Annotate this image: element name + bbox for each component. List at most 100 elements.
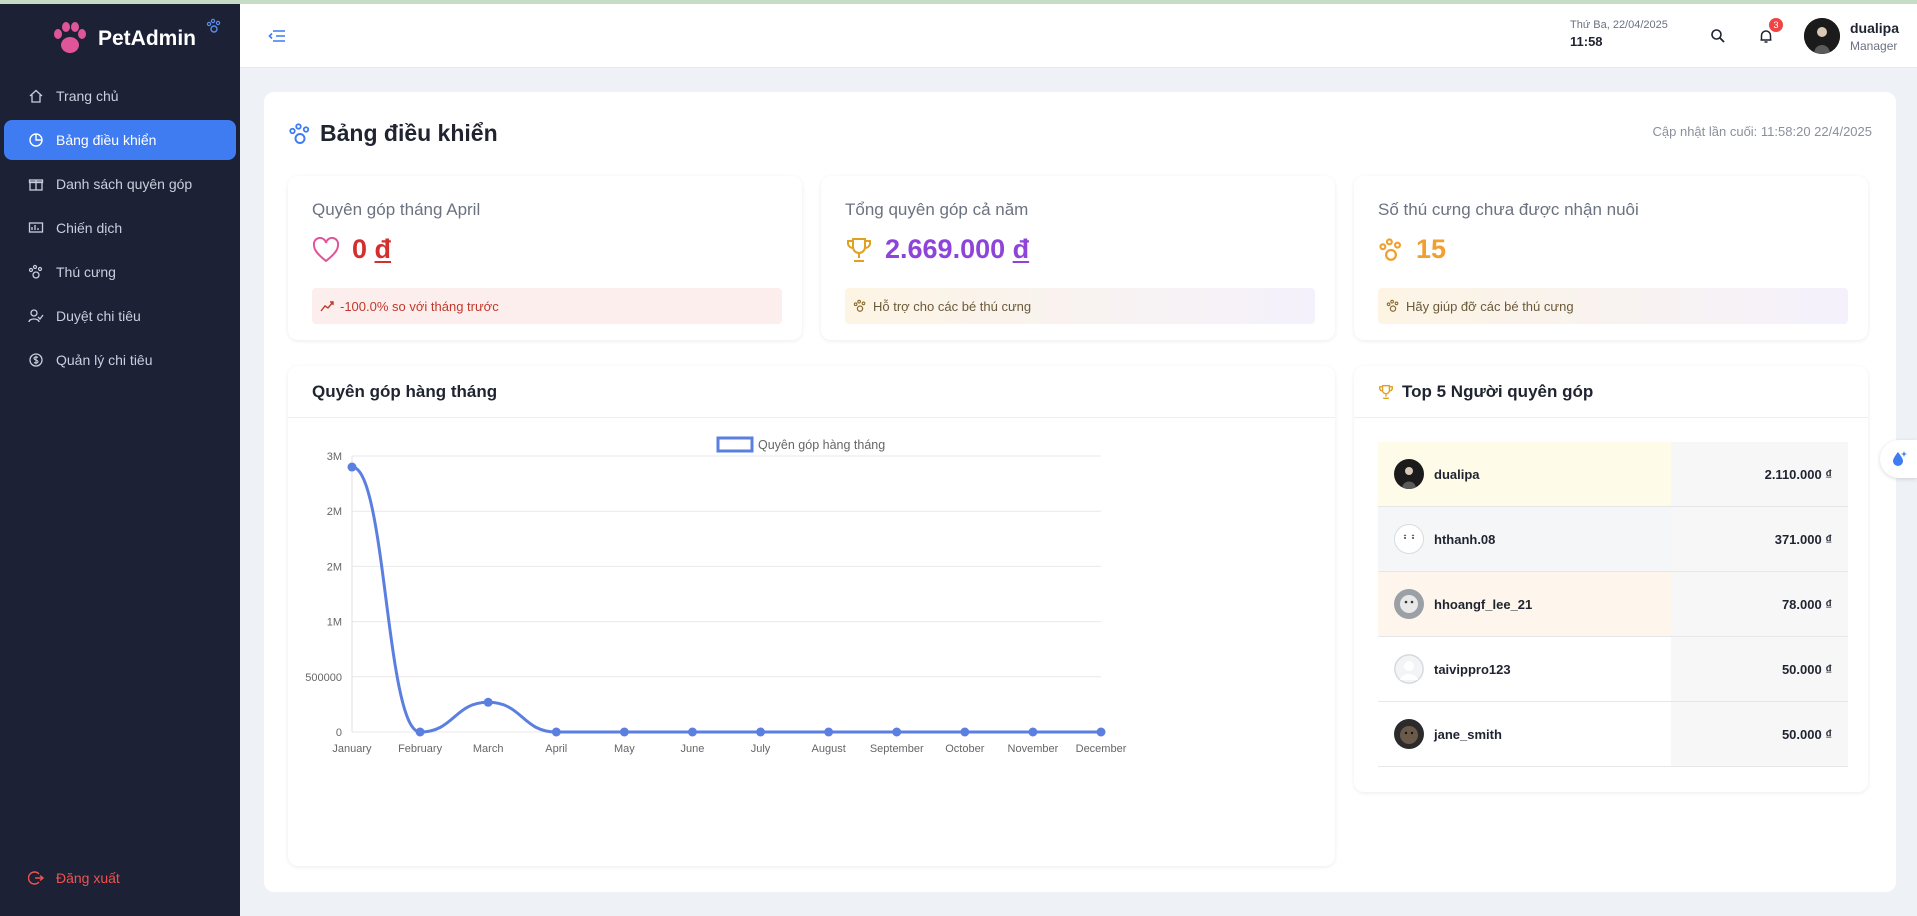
donor-name: jane_smith [1434,726,1502,742]
x-tick-label: October [945,743,984,755]
data-point [687,727,697,737]
table-row[interactable]: hhoangf_lee_21 78.000 ₫ [1378,572,1848,637]
data-point [619,727,629,737]
series-line [351,465,1101,734]
avatar [1394,654,1424,684]
notification-bell-icon[interactable]: 3 [1758,18,1783,49]
stat-number: 2.669.000 [885,234,1006,264]
dashboard-icon [29,133,43,147]
avatar [1394,459,1424,489]
x-tick-label: September [870,743,924,755]
donor-name: taivippro123 [1434,661,1511,677]
stat-value-row: 2.669.000 đ [845,234,1029,265]
donor-name-cell: hhoangf_lee_21 [1378,572,1671,636]
last-updated: Cập nhật lần cuối: 11:58:20 22/4/2025 [1652,124,1873,139]
y-tick-label: 1M [327,617,342,629]
stat-note: -100.0% so với tháng trước [312,288,782,324]
sidebar-item-manage-expenses[interactable]: Quản lý chi tiêu [4,340,236,380]
user-role: Manager [1850,39,1898,53]
sidebar-item-label: Bảng điều khiển [56,132,157,148]
donor-table: dualipa 2.110.000 ₫ hthanh.08 371.000 ₫ … [1378,442,1848,767]
sidebar-paw-toggle-icon[interactable] [206,18,222,39]
donor-amount: 371.000 ₫ [1671,507,1848,571]
approve-icon [28,309,44,323]
table-row[interactable]: dualipa 2.110.000 ₫ [1378,442,1848,507]
water-drop-icon [1892,451,1907,466]
date-time: Thứ Ba, 22/04/2025 11:58 [1570,19,1668,49]
paw-icon [1379,237,1401,261]
stat-note: Hãy giúp đỡ các bé thú cưng [1378,288,1848,324]
table-row[interactable]: hthanh.08 371.000 ₫ [1378,507,1848,572]
donor-amount: 50.000 ₫ [1671,702,1848,766]
logout-button[interactable]: Đăng xuất [4,858,120,898]
menu-collapse-icon[interactable] [268,28,286,49]
donor-name-cell: jane_smith [1378,702,1671,766]
data-point [892,727,902,737]
avatar [1394,719,1424,749]
page-title: Bảng điều khiển [288,120,498,147]
sidebar-item-donations[interactable]: Danh sách quyên góp [4,164,236,204]
sidebar-item-label: Duyệt chi tiêu [56,308,141,324]
brand[interactable]: PetAdmin [50,16,196,62]
stat-value: 0 đ [352,234,391,265]
top-donors-card: Top 5 Người quyên góp dualipa 2.110.000 … [1354,366,1868,792]
x-tick-label: December [1076,743,1127,755]
paw-icon [853,299,866,312]
paw-icon [28,264,43,279]
stat-label: Quyên góp tháng April [312,200,481,219]
donor-name: dualipa [1434,466,1480,482]
user-name: dualipa [1850,20,1900,36]
data-point [483,697,493,707]
data-point [824,727,834,737]
floating-assistant-button[interactable] [1880,440,1917,478]
donor-name-cell: taivippro123 [1378,637,1671,701]
y-tick-label: 2M [327,506,342,518]
trend-down-icon [320,301,334,312]
stat-note-text: -100.0% so với tháng trước [340,298,499,314]
stat-card-pets: Số thú cưng chưa được nhận nuôi 15 Hãy g… [1354,176,1868,340]
sidebar-nav: Trang chủ Bảng điều khiển Danh sách quyê… [0,76,240,384]
card-title: Top 5 Người quyên góp [1402,381,1594,401]
sidebar-item-home[interactable]: Trang chủ [4,76,236,116]
stat-label: Tổng quyên góp cả năm [845,200,1029,219]
data-point [415,727,425,737]
avatar[interactable] [1804,18,1840,54]
x-tick-label: July [751,743,771,755]
sidebar-item-pets[interactable]: Thú cưng [4,252,236,292]
avatar [1394,589,1424,619]
gift-icon [28,179,44,191]
data-point [347,462,357,472]
sidebar-item-campaigns[interactable]: Chiến dịch [4,208,236,248]
paw-icon [289,122,310,144]
x-tick-label: January [332,743,372,755]
monthly-donation-card: Quyên góp hàng tháng Quyên góp hàng thán… [288,366,1335,866]
data-point [1096,727,1106,737]
home-icon [29,89,43,103]
page-title-text: Bảng điều khiển [320,120,498,146]
sidebar: PetAdmin Trang chủ Bảng điều khiển Danh … [0,4,240,916]
donor-name-cell: dualipa [1378,442,1671,506]
stat-note-text: Hãy giúp đỡ các bé thú cưng [1406,298,1574,314]
x-tick-label: February [398,743,443,755]
x-tick-label: April [545,743,567,755]
heart-icon [312,236,340,262]
app-name: PetAdmin [98,27,197,50]
trophy-icon [1379,384,1393,399]
y-tick-label: 3M [327,451,342,463]
search-icon[interactable] [1710,28,1726,49]
user-info[interactable]: dualipa Manager [1850,20,1899,53]
sidebar-item-label: Trang chủ [56,88,119,104]
logout-label: Đăng xuất [56,870,120,886]
table-row[interactable]: taivippro123 50.000 ₫ [1378,637,1848,702]
table-row[interactable]: jane_smith 50.000 ₫ [1378,702,1848,767]
sidebar-item-approve-expenses[interactable]: Duyệt chi tiêu [4,296,236,336]
card-title: Quyên góp hàng tháng [288,366,1335,418]
x-tick-label: November [1008,743,1059,755]
x-tick-label: June [681,743,705,755]
stat-value: 15 [1416,234,1447,264]
paw-logo-icon [54,22,86,53]
donor-name-cell: hthanh.08 [1378,507,1671,571]
stat-value-row: 0 đ [312,234,391,265]
sidebar-item-dashboard[interactable]: Bảng điều khiển [4,120,236,160]
stat-currency: đ [1012,234,1030,264]
